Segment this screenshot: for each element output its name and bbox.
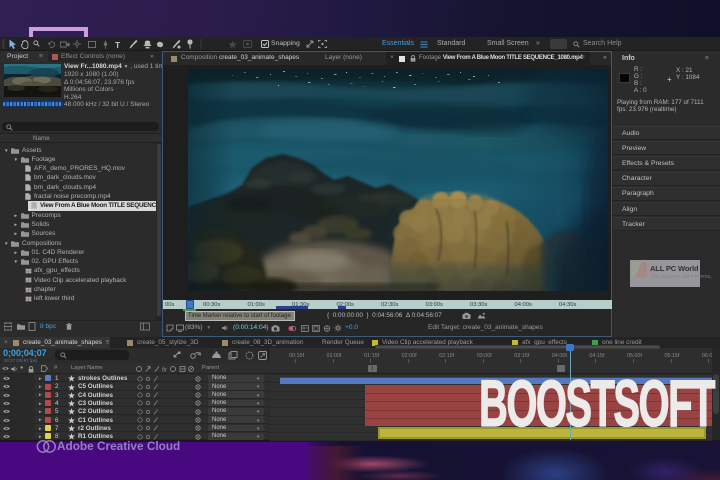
svg-text:fx: fx (162, 368, 168, 374)
